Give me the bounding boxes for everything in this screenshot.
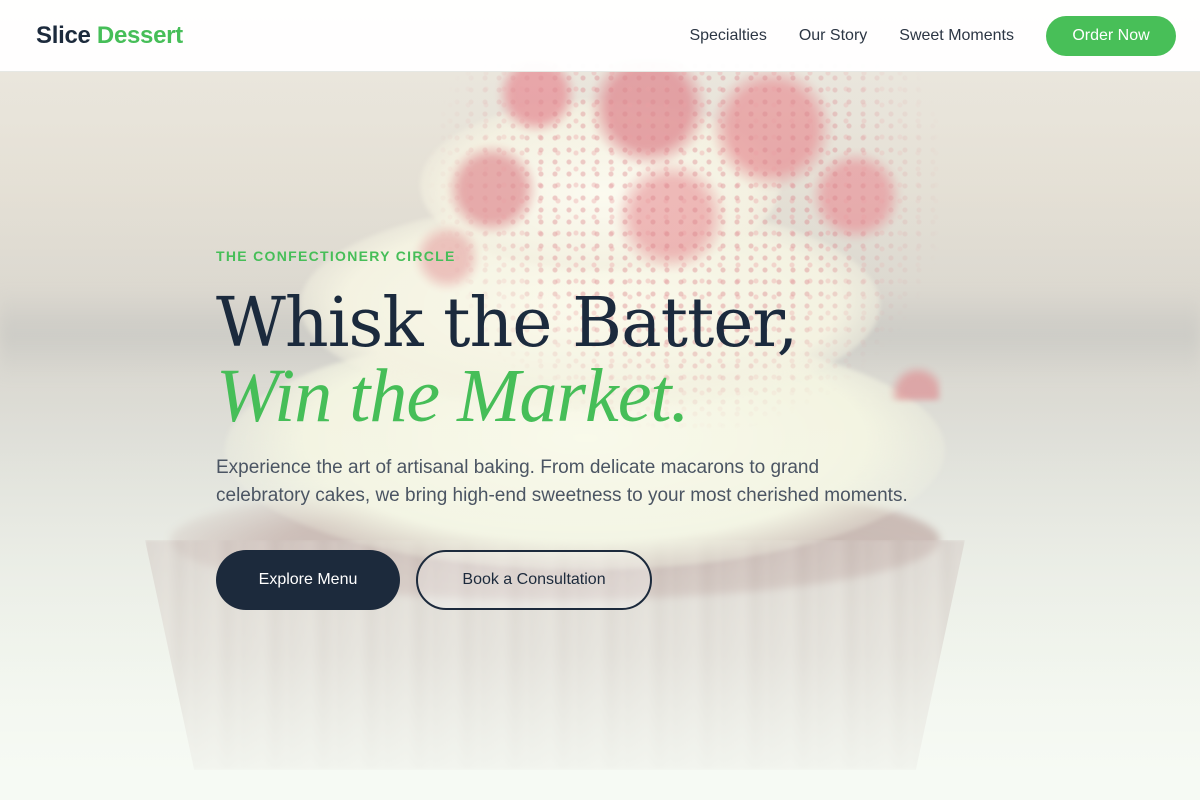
- nav-link-specialties[interactable]: Specialties: [689, 27, 766, 45]
- book-consultation-button[interactable]: Book a Consultation: [416, 550, 652, 610]
- hero-eyebrow: THE CONFECTIONERY CIRCLE: [216, 248, 456, 264]
- brand-logo[interactable]: Slice Dessert: [36, 22, 183, 50]
- explore-menu-button[interactable]: Explore Menu: [216, 550, 400, 610]
- main-nav: Specialties Our Story Sweet Moments Orde…: [689, 15, 1176, 56]
- hero-headline: Whisk the Batter, Win the Market.: [216, 288, 936, 438]
- hero-section: THE CONFECTIONERY CIRCLE Whisk the Batte…: [0, 0, 1200, 800]
- headline-line-1: Whisk the Batter,: [216, 284, 798, 363]
- navbar: Slice Dessert Specialties Our Story Swee…: [0, 0, 1200, 72]
- nav-link-sweet-moments[interactable]: Sweet Moments: [899, 27, 1014, 45]
- headline-line-2: Win the Market.: [216, 354, 690, 438]
- brand-name-part-2: Dessert: [96, 21, 183, 49]
- hero-description: Experience the art of artisanal baking. …: [216, 457, 908, 506]
- nav-link-our-story[interactable]: Our Story: [799, 27, 867, 45]
- hero-actions: Explore Menu Book a Consultation: [216, 550, 936, 610]
- order-now-button[interactable]: Order Now: [1046, 15, 1176, 56]
- hero-content: THE CONFECTIONERY CIRCLE Whisk the Batte…: [216, 248, 936, 610]
- brand-name-part-1: Slice: [36, 21, 91, 49]
